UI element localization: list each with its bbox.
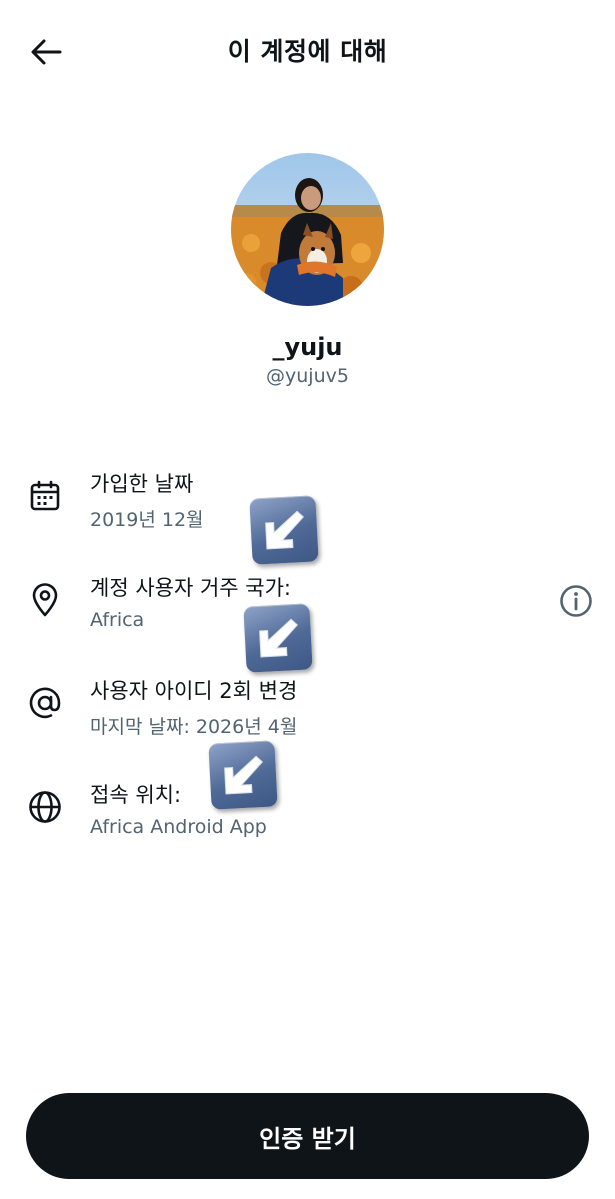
- row-label: 접속 위치:: [90, 783, 182, 807]
- row-value: Africa: [90, 609, 145, 631]
- page-title: 이 계정에 대해: [227, 37, 388, 66]
- arrow-sticker-icon: [249, 495, 319, 565]
- display-name: _yuju: [272, 333, 343, 361]
- location-pin-icon: [26, 581, 64, 619]
- row-label: 사용자 아이디 2회 변경: [90, 679, 298, 703]
- arrow-sticker-icon: [243, 603, 313, 673]
- country-info-button[interactable]: [557, 582, 595, 620]
- calendar-icon: [26, 477, 64, 515]
- row-value: 2019년 12월: [90, 509, 204, 531]
- username-handle: @yujuv5: [266, 365, 349, 387]
- arrow-sticker-icon: [208, 740, 278, 810]
- avatar[interactable]: [231, 153, 384, 306]
- header: 이 계정에 대해: [0, 0, 615, 104]
- get-verified-button[interactable]: 인증 받기: [26, 1093, 589, 1179]
- info-row-username-changes: 사용자 아이디 2회 변경 마지막 날짜: 2026년 4월: [0, 669, 615, 759]
- globe-icon: [26, 788, 64, 826]
- at-sign-icon: [26, 684, 64, 722]
- row-label: 가입한 날짜: [90, 472, 194, 496]
- about-account-screen: 이 계정에 대해 _yuju @yujuv5 가입한 날짜 2019년 12월 …: [0, 0, 615, 1199]
- info-row-connected-via: 접속 위치: Africa Android App: [0, 773, 615, 863]
- row-value: 마지막 날짜: 2026년 4월: [90, 716, 298, 738]
- row-value: Africa Android App: [90, 816, 267, 838]
- row-label: 계정 사용자 거주 국가:: [90, 576, 291, 600]
- info-circle-icon: [560, 585, 592, 617]
- avatar-photo: [231, 153, 384, 306]
